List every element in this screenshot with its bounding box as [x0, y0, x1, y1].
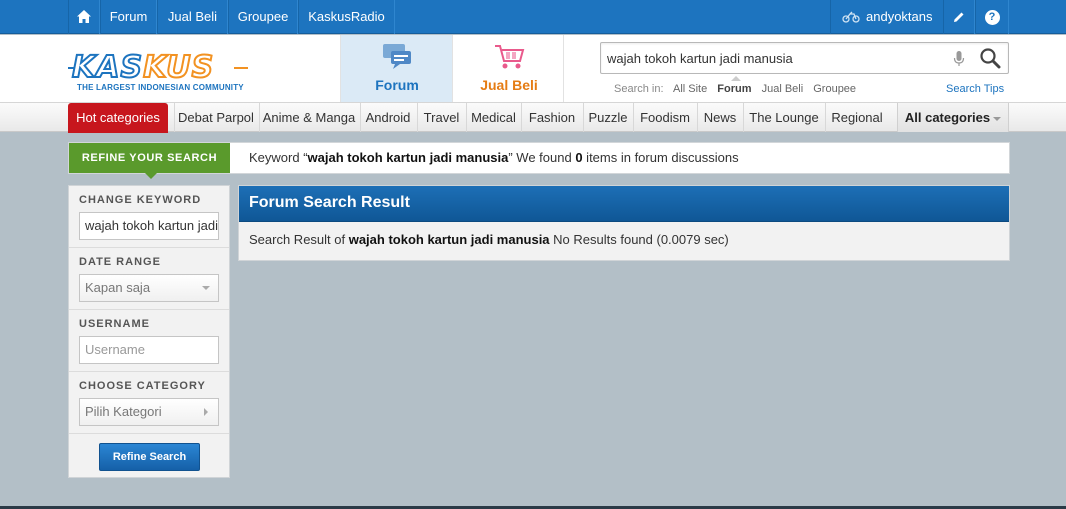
category-medical[interactable]: Medical [466, 103, 520, 132]
kaskus-logo[interactable]: KASKUS THE LARGEST INDONESIAN COMMUNITY [68, 50, 248, 93]
site-header: KASKUS THE LARGEST INDONESIAN COMMUNITY … [0, 35, 1066, 102]
topnav-groupee[interactable]: Groupee [228, 0, 298, 34]
category-travel[interactable]: Travel [417, 103, 465, 132]
cart-icon [495, 45, 525, 69]
username-label: USERNAME [79, 318, 150, 330]
topnav-kaskusradio[interactable]: KaskusRadio [298, 0, 395, 34]
edit-button[interactable] [943, 0, 975, 34]
refine-search-button[interactable]: Refine Search [99, 443, 200, 471]
refine-tag-arrow [145, 173, 157, 179]
choose-category-label: CHOOSE CATEGORY [79, 380, 206, 392]
scope-forum[interactable]: Forum [717, 83, 751, 95]
result-keyword: wajah tokoh kartun jadi manusia [348, 232, 550, 247]
summary-mid: ” We found [508, 150, 576, 165]
user-menu[interactable]: andyoktans [830, 0, 943, 34]
summary-keyword: wajah tokoh kartun jadi manusia [307, 150, 509, 165]
category-bar: Hot categories Debat Parpol Anime & Mang… [0, 102, 1066, 133]
change-keyword-section: CHANGE KEYWORD wajah tokoh kartun jadi m… [69, 186, 229, 248]
search-input[interactable] [607, 49, 937, 67]
scope-groupee[interactable]: Groupee [813, 83, 856, 95]
avatar-icon [842, 11, 860, 23]
category-debat-parpol[interactable]: Debat Parpol [174, 103, 257, 132]
hot-categories[interactable]: Hot categories [68, 103, 168, 133]
category-select[interactable]: Pilih Kategori [79, 398, 219, 426]
search-box [600, 42, 1009, 74]
all-categories-label: All categories [904, 110, 991, 125]
tab-jual-beli[interactable]: Jual Beli [452, 35, 564, 102]
logo-word-a: KAS [71, 50, 144, 86]
category-section: CHOOSE CATEGORY Pilih Kategori [69, 372, 229, 434]
category-foodism[interactable]: Foodism [633, 103, 696, 132]
date-range-section: DATE RANGE Kapan saja [69, 248, 229, 310]
summary-prefix: Keyword “ [249, 150, 308, 165]
tab-forum[interactable]: Forum [340, 35, 452, 102]
tab-jual-beli-label: Jual Beli [480, 77, 538, 93]
logo-word-b: KUS [142, 50, 215, 86]
category-regional[interactable]: Regional [825, 103, 888, 132]
category-fashion[interactable]: Fashion [521, 103, 582, 132]
summary-count: 0 [575, 150, 583, 165]
topnav-forum[interactable]: Forum [100, 0, 157, 34]
search-scope-pointer [731, 76, 741, 81]
refine-tag-label: REFINE YOUR SEARCH [81, 152, 218, 164]
refine-sidebar: CHANGE KEYWORD wajah tokoh kartun jadi m… [68, 185, 230, 478]
topnav-jual-beli[interactable]: Jual Beli [157, 0, 228, 34]
result-suffix: No Results found (0.0079 sec) [549, 232, 729, 247]
username-field[interactable]: Username [79, 336, 219, 364]
scope-jual-beli[interactable]: Jual Beli [762, 83, 804, 95]
result-prefix: Search Result of [249, 232, 349, 247]
help-button[interactable]: ? [975, 0, 1009, 34]
username-section: USERNAME Username [69, 310, 229, 372]
logo-wordmark: KASKUS [71, 50, 215, 86]
keyword-field[interactable]: wajah tokoh kartun jadi manusia [79, 212, 219, 240]
chevron-down-icon [202, 286, 210, 290]
home-button[interactable] [68, 0, 100, 34]
search-tips-link[interactable]: Search Tips [946, 83, 1004, 95]
date-range-select[interactable]: Kapan saja [79, 274, 219, 302]
category-news[interactable]: News [697, 103, 742, 132]
search-icon[interactable] [978, 47, 1002, 69]
chevron-down-icon [993, 116, 1002, 121]
scope-all-site[interactable]: All Site [673, 83, 707, 95]
home-icon [77, 10, 91, 23]
tab-forum-label: Forum [375, 77, 419, 93]
help-icon: ? [984, 10, 1000, 26]
date-range-label: DATE RANGE [79, 256, 161, 268]
refine-your-search-tag: REFINE YOUR SEARCH [69, 143, 230, 179]
result-title: Forum Search Result [249, 194, 410, 211]
date-range-value: Kapan saja [85, 280, 151, 295]
logo-dash-right [234, 67, 248, 69]
category-anime-manga[interactable]: Anime & Manga [259, 103, 358, 132]
refine-bar: REFINE YOUR SEARCH Keyword “wajah tokoh … [68, 142, 1010, 179]
search-summary: Keyword “wajah tokoh kartun jadi manusia… [249, 143, 739, 173]
result-header: Forum Search Result [239, 186, 1009, 222]
search-scope: Search in: All Site Forum Jual Beli Grou… [614, 83, 863, 95]
category-the-lounge[interactable]: The Lounge [743, 103, 824, 132]
forum-icon [383, 44, 411, 69]
pencil-icon [954, 12, 964, 22]
summary-suffix: items in forum discussions [582, 150, 739, 165]
logo-tagline: THE LARGEST INDONESIAN COMMUNITY [77, 83, 244, 92]
search-in-label: Search in: [614, 83, 664, 95]
username: andyoktans [866, 9, 933, 24]
category-android[interactable]: Android [360, 103, 415, 132]
category-value: Pilih Kategori [85, 404, 162, 419]
result-message: Search Result of wajah tokoh kartun jadi… [249, 232, 729, 247]
top-bar: Forum Jual Beli Groupee KaskusRadio andy… [0, 0, 1066, 34]
microphone-icon[interactable] [953, 51, 965, 67]
chevron-right-icon [204, 408, 208, 416]
category-puzzle[interactable]: Puzzle [583, 103, 632, 132]
change-keyword-label: CHANGE KEYWORD [79, 194, 202, 206]
forum-search-result: Forum Search Result Search Result of waj… [238, 185, 1010, 261]
all-categories-dropdown[interactable]: All categories [897, 103, 1009, 132]
